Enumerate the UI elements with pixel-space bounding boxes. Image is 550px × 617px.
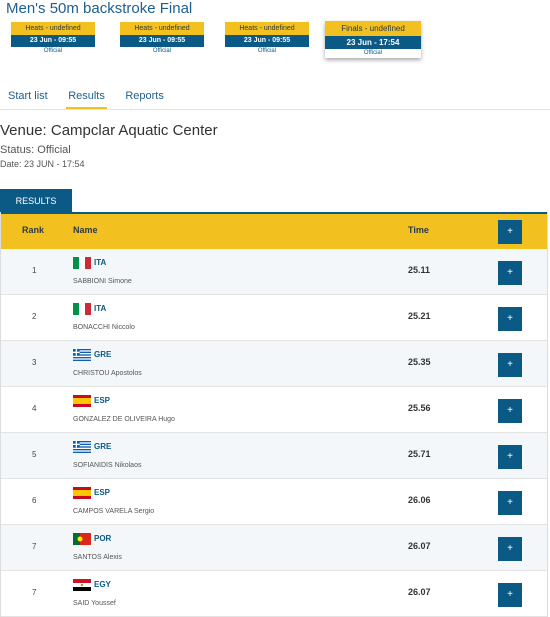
time-cell: 25.21 [408,311,431,321]
rank-cell: 6 [32,496,37,505]
italy-flag-icon [73,257,91,269]
nationality-code: ESP [94,488,111,497]
tab-start-list[interactable]: Start list [6,90,50,107]
table-header: Rank Name Time + [1,212,547,249]
time-cell: 25.56 [408,403,431,413]
nationality-code: GRE [94,350,112,359]
tab-reports[interactable]: Reports [123,90,166,107]
column-header-rank: Rank [22,225,45,235]
phase-card-heats-1[interactable]: Heats - undefined 23 Jun - 09:55 Officia… [11,22,95,56]
athlete-name[interactable]: CAMPOS VARELA Sergio [73,508,154,515]
phase-datetime: 23 Jun - 09:55 [225,35,309,47]
portugal-flag-icon [73,533,91,545]
phase-status: Official [363,50,383,56]
nationality-code: GRE [94,442,112,451]
expand-all-button[interactable]: + [498,220,522,244]
nationality-code: ITA [94,258,107,267]
tab-bar: Start list Results Reports [6,86,178,109]
column-header-name: Name [73,225,98,235]
table-row: 4 ESP GONZALEZ DE OLIVEIRA Hugo 25.56 + [1,387,547,433]
athlete-name[interactable]: BONACCHI Niccolo [73,324,135,331]
spain-flag-icon [73,395,91,407]
phase-card-heats-3[interactable]: Heats - undefined 23 Jun - 09:55 Officia… [225,22,309,56]
athlete-name[interactable]: SAID Youssef [73,600,116,607]
nationality-code: EGY [94,580,111,589]
expand-row-button[interactable]: + [498,491,522,515]
phase-status: Official [43,48,63,54]
expand-row-button[interactable]: + [498,583,522,607]
egypt-flag-icon [73,579,91,591]
expand-row-button[interactable]: + [498,445,522,469]
page-title: Men's 50m backstroke Final [6,0,193,17]
time-cell: 25.11 [408,265,431,275]
expand-row-button[interactable]: + [498,353,522,377]
phase-card-heats-2[interactable]: Heats - undefined 23 Jun - 09:55 Officia… [120,22,204,56]
table-row: 1 ITA SABBIONI Simone 25.11 + [1,249,547,295]
tab-divider [0,109,550,110]
time-cell: 25.71 [408,449,431,459]
rank-cell: 5 [32,450,37,459]
rank-cell: 3 [32,358,37,367]
expand-row-button[interactable]: + [498,261,522,285]
results-table: Rank Name Time + 1 ITA SABBIONI Simone 2… [0,212,548,617]
expand-row-button[interactable]: + [498,399,522,423]
table-row: 7 POR SANTOS Alexis 26.07 + [1,525,547,571]
phase-label: Heats - undefined [120,22,204,35]
expand-row-button[interactable]: + [498,537,522,561]
rank-cell: 7 [32,542,37,551]
rank-cell: 4 [32,404,37,413]
nationality-code: ITA [94,304,107,313]
phase-datetime: 23 Jun - 17:54 [325,36,421,49]
greece-flag-icon [73,441,91,453]
table-row: 5 GRE SOFIANIDIS Nikolaos 25.71 + [1,433,547,479]
phase-card-finals[interactable]: Finals - undefined 23 Jun - 17:54 Offici… [325,21,421,58]
nationality-code: POR [94,534,112,543]
athlete-name[interactable]: SABBIONI Simone [73,278,132,285]
status-text: Status: Official [0,144,71,156]
italy-flag-icon [73,303,91,315]
phase-label: Heats - undefined [225,22,309,35]
date-text: Date: 23 JUN - 17:54 [0,159,85,169]
venue-heading: Venue: Campclar Aquatic Center [0,122,218,139]
expand-row-button[interactable]: + [498,307,522,331]
greece-flag-icon [73,349,91,361]
phase-datetime: 23 Jun - 09:55 [120,35,204,47]
tab-results[interactable]: Results [66,90,107,109]
phase-status: Official [257,48,277,54]
nationality-code: ESP [94,396,111,405]
results-section-tab[interactable]: RESULTS [0,189,72,213]
athlete-name[interactable]: SOFIANIDIS Nikolaos [73,462,141,469]
phase-label: Finals - undefined [325,21,421,36]
phase-status: Official [152,48,172,54]
rank-cell: 7 [32,588,37,597]
phase-label: Heats - undefined [11,22,95,35]
athlete-name[interactable]: CHRISTOU Apostolos [73,370,142,377]
rank-cell: 2 [32,312,37,321]
time-cell: 25.35 [408,357,431,367]
athlete-name[interactable]: GONZALEZ DE OLIVEIRA Hugo [73,416,175,423]
table-row: 6 ESP CAMPOS VARELA Sergio 26.06 + [1,479,547,525]
column-header-time: Time [408,225,429,235]
rank-cell: 1 [32,266,37,275]
table-row: 7 EGY SAID Youssef 26.07 + [1,571,547,617]
time-cell: 26.07 [408,587,431,597]
athlete-name[interactable]: SANTOS Alexis [73,554,122,561]
table-row: 3 GRE CHRISTOU Apostolos 25.35 + [1,341,547,387]
spain-flag-icon [73,487,91,499]
phase-datetime: 23 Jun - 09:55 [11,35,95,47]
time-cell: 26.07 [408,541,431,551]
time-cell: 26.06 [408,495,431,505]
table-row: 2 ITA BONACCHI Niccolo 25.21 + [1,295,547,341]
